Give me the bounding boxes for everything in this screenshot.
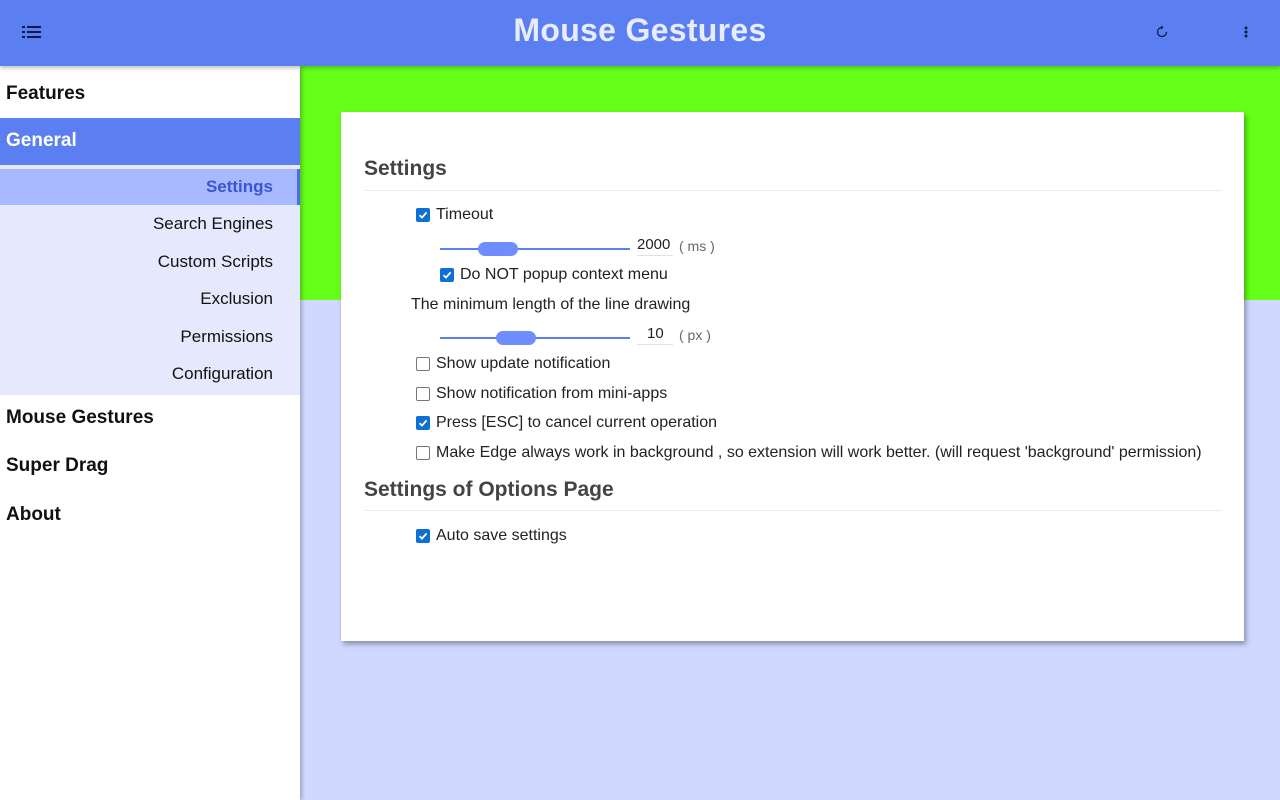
timeout-option: Timeout bbox=[416, 206, 493, 224]
timeout-slider[interactable] bbox=[440, 242, 630, 256]
subnav-item-custom-scripts[interactable]: Custom Scripts bbox=[0, 243, 300, 281]
no-popup-checkbox[interactable] bbox=[440, 268, 454, 282]
slider-thumb[interactable] bbox=[478, 242, 518, 256]
min-length-slider[interactable] bbox=[440, 331, 630, 345]
background-label: Make Edge always work in background , so… bbox=[436, 444, 1202, 461]
sidebar-item-general[interactable]: General bbox=[0, 118, 300, 165]
sidebar-item-about[interactable]: About bbox=[0, 492, 300, 541]
min-length-unit: ( px ) bbox=[679, 327, 711, 343]
slider-thumb[interactable] bbox=[496, 331, 536, 345]
options-page-section-title: Settings of Options Page bbox=[364, 478, 614, 501]
sidebar-item-mouse-gestures[interactable]: Mouse Gestures bbox=[0, 395, 300, 444]
subnav-item-settings[interactable]: Settings bbox=[0, 169, 300, 205]
section-divider bbox=[364, 510, 1221, 511]
auto-save-label: Auto save settings bbox=[436, 527, 567, 544]
app-header: Mouse Gestures bbox=[0, 0, 1280, 66]
no-popup-label: Do NOT popup context menu bbox=[460, 266, 668, 283]
more-vert-icon[interactable] bbox=[1236, 20, 1256, 44]
timeout-input[interactable] bbox=[637, 234, 673, 256]
press-esc-label: Press [ESC] to cancel current operation bbox=[436, 414, 718, 431]
update-notification-checkbox[interactable] bbox=[416, 357, 430, 371]
reload-icon[interactable] bbox=[1150, 20, 1174, 44]
settings-card: Settings Timeout ( ms ) Do NOT popup con… bbox=[341, 112, 1244, 641]
settings-section-title: Settings bbox=[364, 157, 447, 180]
general-subnav: Settings Search Engines Custom Scripts E… bbox=[0, 165, 300, 395]
app-title: Mouse Gestures bbox=[513, 12, 767, 48]
auto-save-checkbox[interactable] bbox=[416, 529, 430, 543]
timeout-unit: ( ms ) bbox=[679, 238, 715, 254]
mini-apps-notification-option: Show notification from mini-apps bbox=[416, 385, 667, 403]
subnav-item-configuration[interactable]: Configuration bbox=[0, 355, 300, 393]
sidebar-item-features[interactable]: Features bbox=[0, 66, 300, 118]
subnav-item-permissions[interactable]: Permissions bbox=[0, 318, 300, 356]
slider-track bbox=[440, 248, 630, 250]
sidebar-item-super-drag[interactable]: Super Drag bbox=[0, 443, 300, 492]
update-notification-label: Show update notification bbox=[436, 355, 611, 372]
background-option: Make Edge always work in background , so… bbox=[416, 444, 1202, 462]
min-length-label: The minimum length of the line drawing bbox=[411, 296, 691, 313]
mini-apps-notification-label: Show notification from mini-apps bbox=[436, 385, 668, 402]
subnav-item-exclusion[interactable]: Exclusion bbox=[0, 280, 300, 318]
timeout-checkbox[interactable] bbox=[416, 208, 430, 222]
section-divider bbox=[364, 190, 1221, 191]
no-popup-option: Do NOT popup context menu bbox=[440, 266, 668, 284]
min-length-input[interactable] bbox=[637, 323, 673, 345]
timeout-label: Timeout bbox=[436, 206, 494, 223]
sidebar: Features General Settings Search Engines… bbox=[0, 66, 300, 800]
mini-apps-notification-checkbox[interactable] bbox=[416, 387, 430, 401]
press-esc-checkbox[interactable] bbox=[416, 416, 430, 430]
subnav-item-search-engines[interactable]: Search Engines bbox=[0, 205, 300, 243]
press-esc-option: Press [ESC] to cancel current operation bbox=[416, 414, 717, 432]
background-checkbox[interactable] bbox=[416, 446, 430, 460]
auto-save-option: Auto save settings bbox=[416, 527, 567, 545]
update-notification-option: Show update notification bbox=[416, 355, 610, 373]
